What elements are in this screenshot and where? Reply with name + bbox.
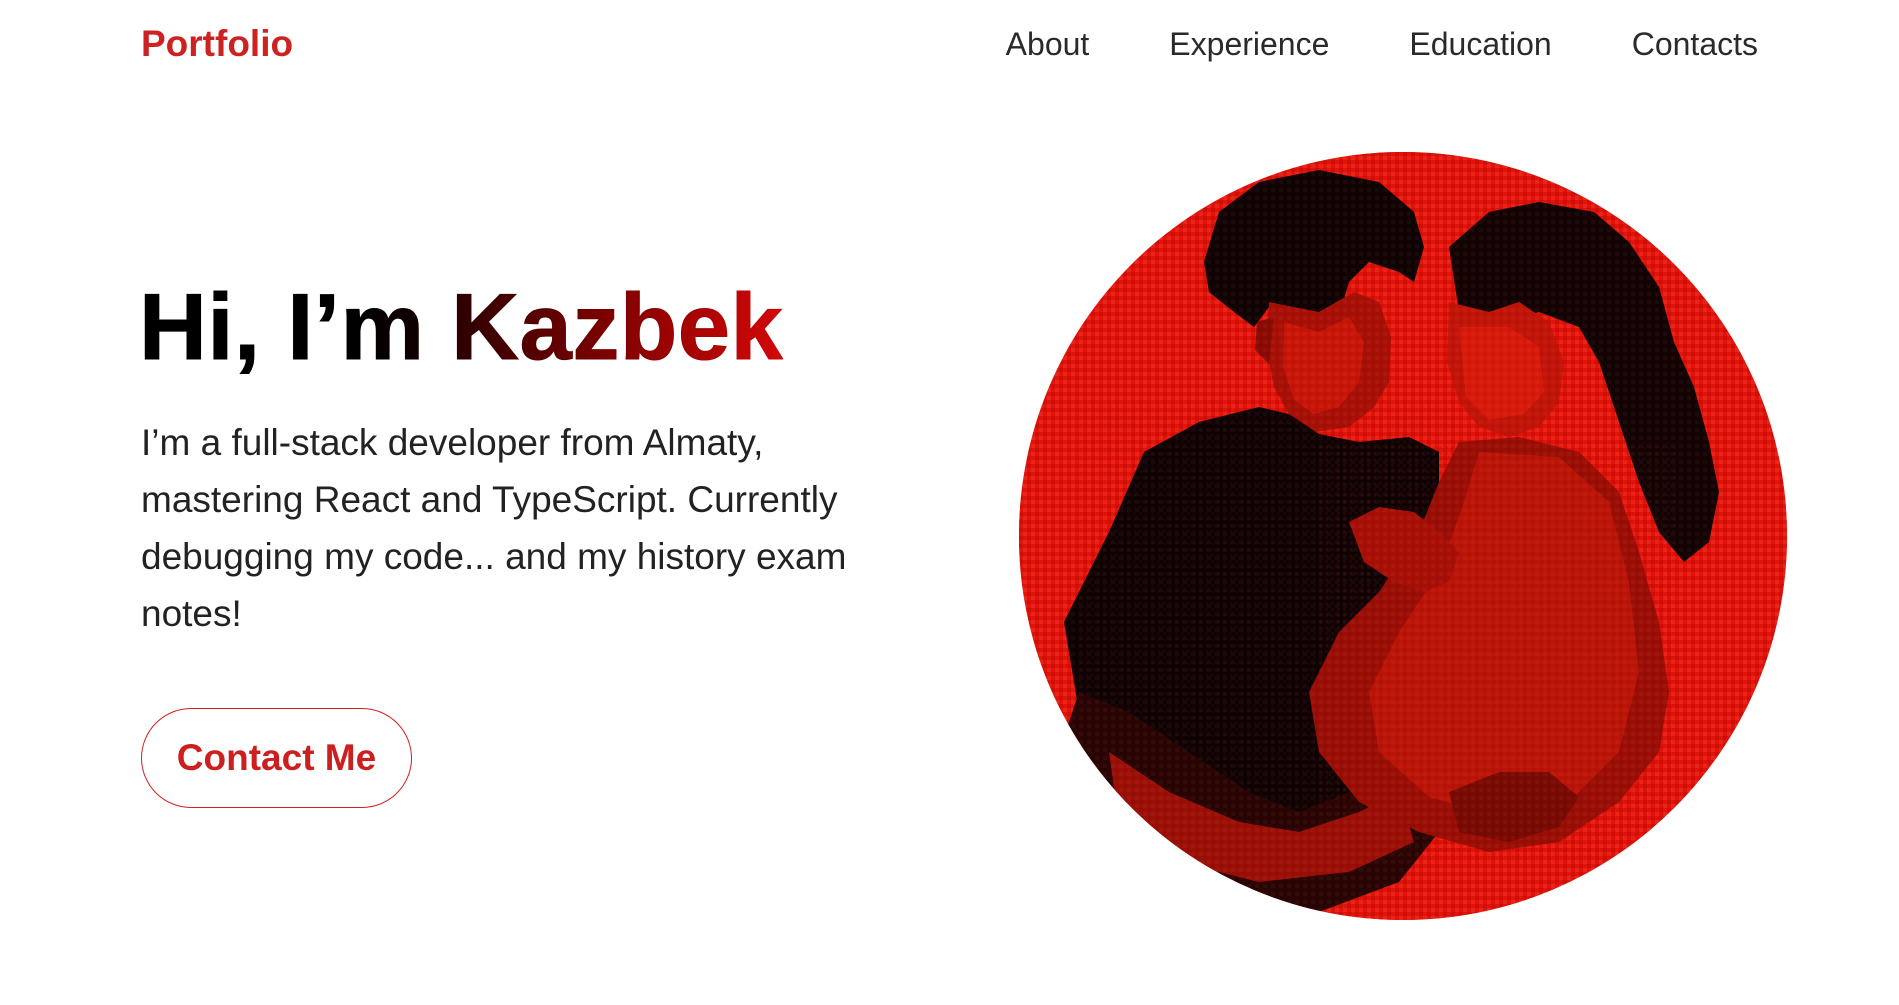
- nav-contacts-link[interactable]: Contacts: [1632, 24, 1758, 64]
- hero-greeting: Hi, I’m: [138, 274, 452, 380]
- nav-experience-link[interactable]: Experience: [1169, 24, 1329, 64]
- nav-education-link[interactable]: Education: [1409, 24, 1551, 64]
- logo-link[interactable]: Portfolio: [141, 22, 293, 66]
- contact-me-button[interactable]: Contact Me: [141, 708, 412, 808]
- hero-name: Kazbek: [451, 274, 784, 380]
- page: Portfolio About Experience Education Con…: [0, 0, 1899, 1005]
- main-nav: About Experience Education Contacts: [1006, 24, 1758, 64]
- profile-photo-illustration: [1019, 152, 1787, 920]
- nav-about-link[interactable]: About: [1006, 24, 1090, 64]
- hero-title: Hi, I’m Kazbek: [138, 272, 784, 382]
- profile-photo: [1019, 152, 1787, 920]
- site-header: Portfolio About Experience Education Con…: [0, 0, 1899, 90]
- hero-description: I’m a full-stack developer from Almaty, …: [141, 422, 847, 634]
